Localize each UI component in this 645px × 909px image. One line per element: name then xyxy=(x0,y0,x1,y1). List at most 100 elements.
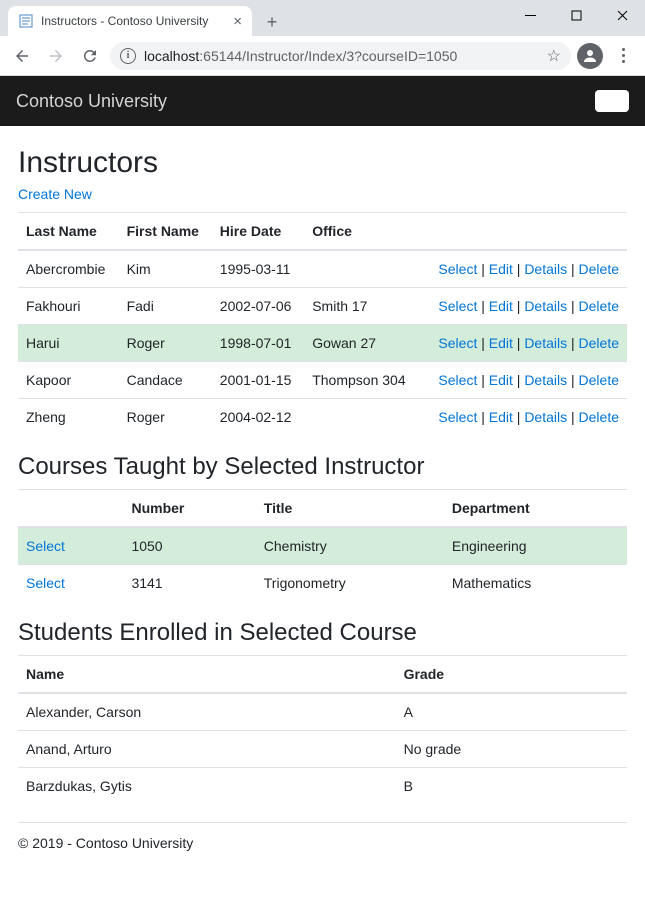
col-title: Title xyxy=(256,490,444,528)
courses-table: Number Title Department Select 1050Chemis… xyxy=(18,489,627,601)
col-last-name: Last Name xyxy=(18,213,119,251)
cell-grade: A xyxy=(396,693,627,731)
footer-divider xyxy=(18,822,627,823)
reload-button[interactable] xyxy=(76,42,104,70)
select-link[interactable]: Select xyxy=(26,538,65,554)
col-first-name: First Name xyxy=(119,213,212,251)
table-row: Barzdukas, GytisB xyxy=(18,768,627,805)
close-button[interactable] xyxy=(599,0,645,30)
cell-actions: Select | Edit | Details | Delete xyxy=(420,399,627,436)
minimize-button[interactable] xyxy=(507,0,553,30)
page-container: Instructors Create New Last Name First N… xyxy=(0,126,645,885)
cell-title: Chemistry xyxy=(256,527,444,565)
cell-first-name: Fadi xyxy=(119,288,212,325)
table-row: ZhengRoger2004-02-12 Select | Edit | Deta… xyxy=(18,399,627,436)
cell-last-name: Fakhouri xyxy=(18,288,119,325)
select-link[interactable]: Select xyxy=(438,372,477,388)
details-link[interactable]: Details xyxy=(524,261,567,277)
navbar-right-control[interactable] xyxy=(595,90,629,112)
select-link[interactable]: Select xyxy=(438,409,477,425)
select-link[interactable]: Select xyxy=(438,298,477,314)
delete-link[interactable]: Delete xyxy=(579,409,619,425)
delete-link[interactable]: Delete xyxy=(579,261,619,277)
edit-link[interactable]: Edit xyxy=(489,298,513,314)
maximize-button[interactable] xyxy=(553,0,599,30)
cell-actions: Select | Edit | Details | Delete xyxy=(420,250,627,288)
new-tab-button[interactable]: + xyxy=(258,8,286,36)
details-link[interactable]: Details xyxy=(524,409,567,425)
table-row: FakhouriFadi2002-07-06Smith 17Select | E… xyxy=(18,288,627,325)
cell-office: Thompson 304 xyxy=(304,362,419,399)
col-select xyxy=(18,490,123,528)
details-link[interactable]: Details xyxy=(524,298,567,314)
select-link[interactable]: Select xyxy=(26,575,65,591)
cell-first-name: Candace xyxy=(119,362,212,399)
edit-link[interactable]: Edit xyxy=(489,372,513,388)
footer-text: © 2019 - Contoso University xyxy=(18,835,627,867)
edit-link[interactable]: Edit xyxy=(489,261,513,277)
cell-office xyxy=(304,399,419,436)
tab-close-icon[interactable]: × xyxy=(233,14,242,29)
edit-link[interactable]: Edit xyxy=(489,335,513,351)
cell-name: Anand, Arturo xyxy=(18,731,396,768)
cell-name: Barzdukas, Gytis xyxy=(18,768,396,805)
col-hire-date: Hire Date xyxy=(212,213,304,251)
cell-number: 3141 xyxy=(123,565,255,602)
cell-hire-date: 2001-01-15 xyxy=(212,362,304,399)
table-row: AbercrombieKim1995-03-11Select | Edit | … xyxy=(18,250,627,288)
col-number: Number xyxy=(123,490,255,528)
cell-department: Engineering xyxy=(444,527,627,565)
cell-office: Smith 17 xyxy=(304,288,419,325)
cell-grade: B xyxy=(396,768,627,805)
table-row: KapoorCandace2001-01-15Thompson 304Selec… xyxy=(18,362,627,399)
instructors-table: Last Name First Name Hire Date Office Ab… xyxy=(18,212,627,435)
students-table: Name Grade Alexander, CarsonAAnand, Artu… xyxy=(18,655,627,804)
cell-first-name: Roger xyxy=(119,399,212,436)
details-link[interactable]: Details xyxy=(524,372,567,388)
select-link[interactable]: Select xyxy=(438,261,477,277)
site-navbar: Contoso University xyxy=(0,76,645,126)
col-office: Office xyxy=(304,213,419,251)
cell-actions: Select | Edit | Details | Delete xyxy=(420,362,627,399)
col-actions xyxy=(420,213,627,251)
cell-last-name: Kapoor xyxy=(18,362,119,399)
cell-hire-date: 2004-02-12 xyxy=(212,399,304,436)
cell-hire-date: 2002-07-06 xyxy=(212,288,304,325)
cell-first-name: Roger xyxy=(119,325,212,362)
back-button[interactable] xyxy=(8,42,36,70)
create-new-link[interactable]: Create New xyxy=(18,186,92,202)
profile-avatar[interactable] xyxy=(577,43,603,69)
col-grade: Grade xyxy=(396,656,627,694)
cell-last-name: Zheng xyxy=(18,399,119,436)
browser-toolbar: i localhost:65144/Instructor/Index/3?cou… xyxy=(0,36,645,76)
table-row: Select3141TrigonometryMathematics xyxy=(18,565,627,602)
browser-menu-button[interactable] xyxy=(609,42,637,70)
cell-hire-date: 1995-03-11 xyxy=(212,250,304,288)
col-department: Department xyxy=(444,490,627,528)
address-bar[interactable]: i localhost:65144/Instructor/Index/3?cou… xyxy=(110,42,571,70)
table-header-row: Number Title Department xyxy=(18,490,627,528)
cell-select: Select xyxy=(18,565,123,602)
cell-grade: No grade xyxy=(396,731,627,768)
table-header-row: Name Grade xyxy=(18,656,627,694)
forward-button[interactable] xyxy=(42,42,70,70)
navbar-brand[interactable]: Contoso University xyxy=(16,91,167,112)
select-link[interactable]: Select xyxy=(438,335,477,351)
browser-tab[interactable]: Instructors - Contoso University × xyxy=(8,6,252,36)
cell-last-name: Harui xyxy=(18,325,119,362)
edit-link[interactable]: Edit xyxy=(489,409,513,425)
delete-link[interactable]: Delete xyxy=(579,372,619,388)
cell-first-name: Kim xyxy=(119,250,212,288)
favicon-icon xyxy=(18,13,34,29)
delete-link[interactable]: Delete xyxy=(579,298,619,314)
tab-bar: Instructors - Contoso University × + xyxy=(0,0,645,36)
site-info-icon[interactable]: i xyxy=(120,48,136,64)
table-header-row: Last Name First Name Hire Date Office xyxy=(18,213,627,251)
bookmark-star-icon[interactable]: ☆ xyxy=(547,46,561,66)
table-row: Select 1050ChemistryEngineering xyxy=(18,527,627,565)
cell-hire-date: 1998-07-01 xyxy=(212,325,304,362)
cell-number: 1050 xyxy=(123,527,255,565)
delete-link[interactable]: Delete xyxy=(579,335,619,351)
page-title: Instructors xyxy=(18,146,627,180)
details-link[interactable]: Details xyxy=(524,335,567,351)
